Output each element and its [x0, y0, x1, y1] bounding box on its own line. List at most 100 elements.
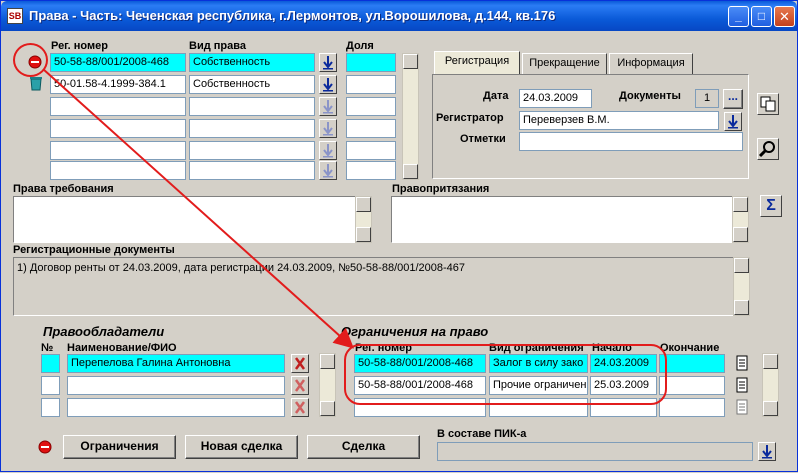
- right-reg-number[interactable]: [50, 97, 186, 116]
- pretensions-scrollbar[interactable]: [732, 196, 749, 243]
- date-field[interactable]: 24.03.2009: [519, 89, 592, 108]
- deal-button[interactable]: Сделка: [307, 435, 420, 459]
- rights-scrollbar[interactable]: [402, 53, 419, 180]
- documents-browse-button[interactable]: ...: [723, 89, 743, 109]
- close-button[interactable]: ✕: [774, 6, 795, 27]
- holder-name[interactable]: [67, 376, 285, 395]
- sum-button[interactable]: Σ: [760, 195, 782, 217]
- right-share[interactable]: [346, 161, 396, 180]
- right-share[interactable]: [346, 97, 396, 116]
- window-title: Права - Часть: Чеченская республика, г.Л…: [29, 8, 556, 23]
- holder-edit-button[interactable]: [291, 398, 309, 417]
- holder-edit-button[interactable]: [291, 354, 309, 373]
- restriction-doc-button[interactable]: [733, 376, 751, 398]
- scroll-up-arrow[interactable]: [356, 197, 371, 212]
- holders-title: Правообладатели: [43, 324, 165, 339]
- restriction-doc-button[interactable]: [733, 398, 751, 420]
- scroll-down-arrow[interactable]: [733, 227, 748, 242]
- scroll-up-arrow[interactable]: [733, 197, 748, 212]
- scroll-down-arrow[interactable]: [320, 401, 335, 416]
- right-reg-number[interactable]: [50, 161, 186, 180]
- scroll-down-arrow[interactable]: [356, 227, 371, 242]
- scroll-up-arrow[interactable]: [320, 354, 335, 369]
- right-reg-number[interactable]: 50-01.58-4.1999-384.1: [50, 75, 186, 94]
- restrictions-button[interactable]: Ограничения: [63, 435, 176, 459]
- right-type-download-button[interactable]: [319, 75, 337, 94]
- restriction-start[interactable]: 25.03.2009: [590, 376, 657, 395]
- holder-row-selector[interactable]: [41, 398, 60, 417]
- restriction-type[interactable]: Прочие ограничен: [489, 376, 588, 395]
- col-restriction-end: Окончание: [660, 342, 720, 354]
- restriction-reg-number[interactable]: [354, 398, 486, 417]
- restriction-start[interactable]: [590, 398, 657, 417]
- restrictions-scrollbar[interactable]: [762, 353, 779, 417]
- copy-button[interactable]: [757, 93, 779, 115]
- right-share[interactable]: [346, 75, 396, 94]
- scroll-up-arrow[interactable]: [734, 258, 749, 273]
- holder-name[interactable]: Перепелова Галина Антоновна: [67, 354, 285, 373]
- claims-textarea[interactable]: [13, 196, 372, 243]
- restriction-end[interactable]: [659, 376, 725, 395]
- right-type[interactable]: [189, 97, 315, 116]
- claims-label: Права требования: [13, 183, 114, 195]
- scroll-down-arrow[interactable]: [403, 164, 418, 179]
- holder-row-selector[interactable]: [41, 354, 60, 373]
- right-type-download-button[interactable]: [319, 141, 337, 160]
- holder-name[interactable]: [67, 398, 285, 417]
- scroll-up-arrow[interactable]: [403, 54, 418, 69]
- title-bar[interactable]: SB Права - Часть: Чеченская республика, …: [1, 1, 797, 31]
- right-type-download-button[interactable]: [319, 97, 337, 116]
- new-deal-button[interactable]: Новая сделка: [185, 435, 298, 459]
- restriction-end[interactable]: [659, 354, 725, 373]
- trash-icon[interactable]: [29, 76, 43, 91]
- notes-field[interactable]: [519, 132, 743, 151]
- right-type-download-button[interactable]: [319, 119, 337, 138]
- right-share[interactable]: [346, 141, 396, 160]
- tab-registration[interactable]: Регистрация: [434, 51, 520, 74]
- col-restriction-type: Вид ограничения: [489, 342, 584, 354]
- document-icon: [736, 377, 748, 393]
- right-share[interactable]: [346, 119, 396, 138]
- tab-termination[interactable]: Прекращение: [522, 53, 607, 74]
- registrar-field[interactable]: Переверзев В.М.: [519, 111, 719, 130]
- registrar-select-button[interactable]: [724, 112, 742, 131]
- arrow-down-icon: [323, 100, 333, 114]
- claims-scrollbar[interactable]: [355, 196, 372, 243]
- right-type-download-button[interactable]: [319, 53, 337, 72]
- no-entry-icon[interactable]: [28, 55, 42, 69]
- regdocs-label: Регистрационные документы: [13, 244, 175, 256]
- right-type[interactable]: [189, 119, 315, 138]
- restriction-start[interactable]: 24.03.2009: [590, 354, 657, 373]
- restriction-type[interactable]: Залог в силу зако: [489, 354, 588, 373]
- pretensions-textarea[interactable]: [391, 196, 749, 243]
- scroll-down-arrow[interactable]: [763, 401, 778, 416]
- right-reg-number[interactable]: 50-58-88/001/2008-468: [50, 53, 186, 72]
- right-type[interactable]: Собственность: [189, 75, 315, 94]
- right-reg-number[interactable]: [50, 141, 186, 160]
- pik-select-button[interactable]: [758, 442, 776, 461]
- right-type-download-button[interactable]: [319, 161, 337, 180]
- restriction-reg-number[interactable]: 50-58-88/001/2008-468: [354, 354, 486, 373]
- maximize-button[interactable]: □: [751, 6, 772, 27]
- holder-edit-button[interactable]: [291, 376, 309, 395]
- date-label: Дата: [483, 90, 509, 102]
- minimize-button[interactable]: _: [728, 6, 749, 27]
- right-type[interactable]: Собственность: [189, 53, 315, 72]
- restriction-reg-number[interactable]: 50-58-88/001/2008-468: [354, 376, 486, 395]
- restriction-doc-button[interactable]: [733, 354, 751, 376]
- right-type[interactable]: [189, 141, 315, 160]
- right-share[interactable]: [346, 53, 396, 72]
- holder-row-selector[interactable]: [41, 376, 60, 395]
- scroll-down-arrow[interactable]: [734, 300, 749, 315]
- col-restriction-reg: Рег. номер: [355, 342, 412, 354]
- right-type[interactable]: [189, 161, 315, 180]
- restriction-type[interactable]: [489, 398, 588, 417]
- holders-scrollbar[interactable]: [319, 353, 336, 417]
- regdocs-textarea[interactable]: 1) Договор ренты от 24.03.2009, дата рег…: [13, 257, 750, 316]
- right-reg-number[interactable]: [50, 119, 186, 138]
- restriction-end[interactable]: [659, 398, 725, 417]
- scroll-up-arrow[interactable]: [763, 354, 778, 369]
- regdocs-scrollbar[interactable]: [733, 257, 750, 316]
- tab-information[interactable]: Информация: [609, 53, 693, 74]
- search-button[interactable]: [757, 138, 779, 160]
